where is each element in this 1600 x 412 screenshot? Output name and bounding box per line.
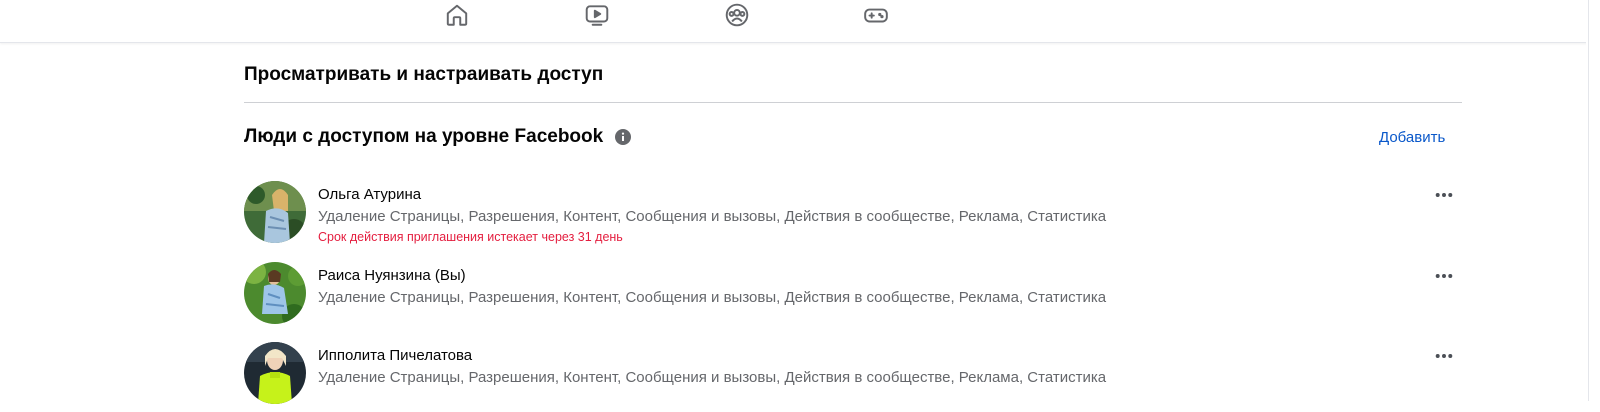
more-options-button[interactable] (1432, 348, 1456, 364)
divider (244, 102, 1462, 103)
person-row: Ипполита Пичелатова Удаление Страницы, Р… (244, 342, 1462, 412)
person-permissions: Удаление Страницы, Разрешения, Контент, … (318, 289, 1107, 306)
person-permissions: Удаление Страницы, Разрешения, Контент, … (318, 208, 1107, 225)
scrollbar-track[interactable] (1588, 0, 1598, 401)
invitation-expiry-note: Срок действия приглашения истекает через… (318, 230, 623, 244)
gaming-icon[interactable] (863, 2, 889, 28)
person-row: Раиса Нуянзина (Вы) Удаление Страницы, Р… (244, 262, 1462, 332)
more-icon (1435, 274, 1453, 278)
top-navigation-bar (0, 0, 1600, 43)
person-name[interactable]: Раиса Нуянзина (Вы) (318, 267, 466, 284)
more-icon (1435, 354, 1453, 358)
person-permissions: Удаление Страницы, Разрешения, Контент, … (318, 369, 1107, 386)
scrollbar[interactable] (1586, 0, 1600, 401)
person-name[interactable]: Ольга Атурина (318, 186, 421, 203)
home-icon[interactable] (444, 2, 470, 28)
people-section-title: Люди с доступом на уровне Facebook (244, 126, 604, 147)
info-icon[interactable] (615, 129, 632, 145)
more-options-button[interactable] (1432, 268, 1456, 284)
person-row: Ольга Атурина Удаление Страницы, Разреше… (244, 181, 1462, 251)
more-options-button[interactable] (1432, 187, 1456, 203)
groups-icon[interactable] (724, 2, 750, 28)
avatar[interactable] (244, 181, 306, 243)
people-section-header: Люди с доступом на уровне Facebook (244, 126, 632, 148)
avatar[interactable] (244, 342, 306, 404)
watch-icon[interactable] (584, 2, 610, 28)
section-title: Просматривать и настраивать доступ (244, 64, 604, 85)
person-name[interactable]: Ипполита Пичелатова (318, 347, 472, 364)
add-button[interactable]: Добавить (1379, 129, 1445, 146)
avatar[interactable] (244, 262, 306, 324)
more-icon (1435, 193, 1453, 197)
